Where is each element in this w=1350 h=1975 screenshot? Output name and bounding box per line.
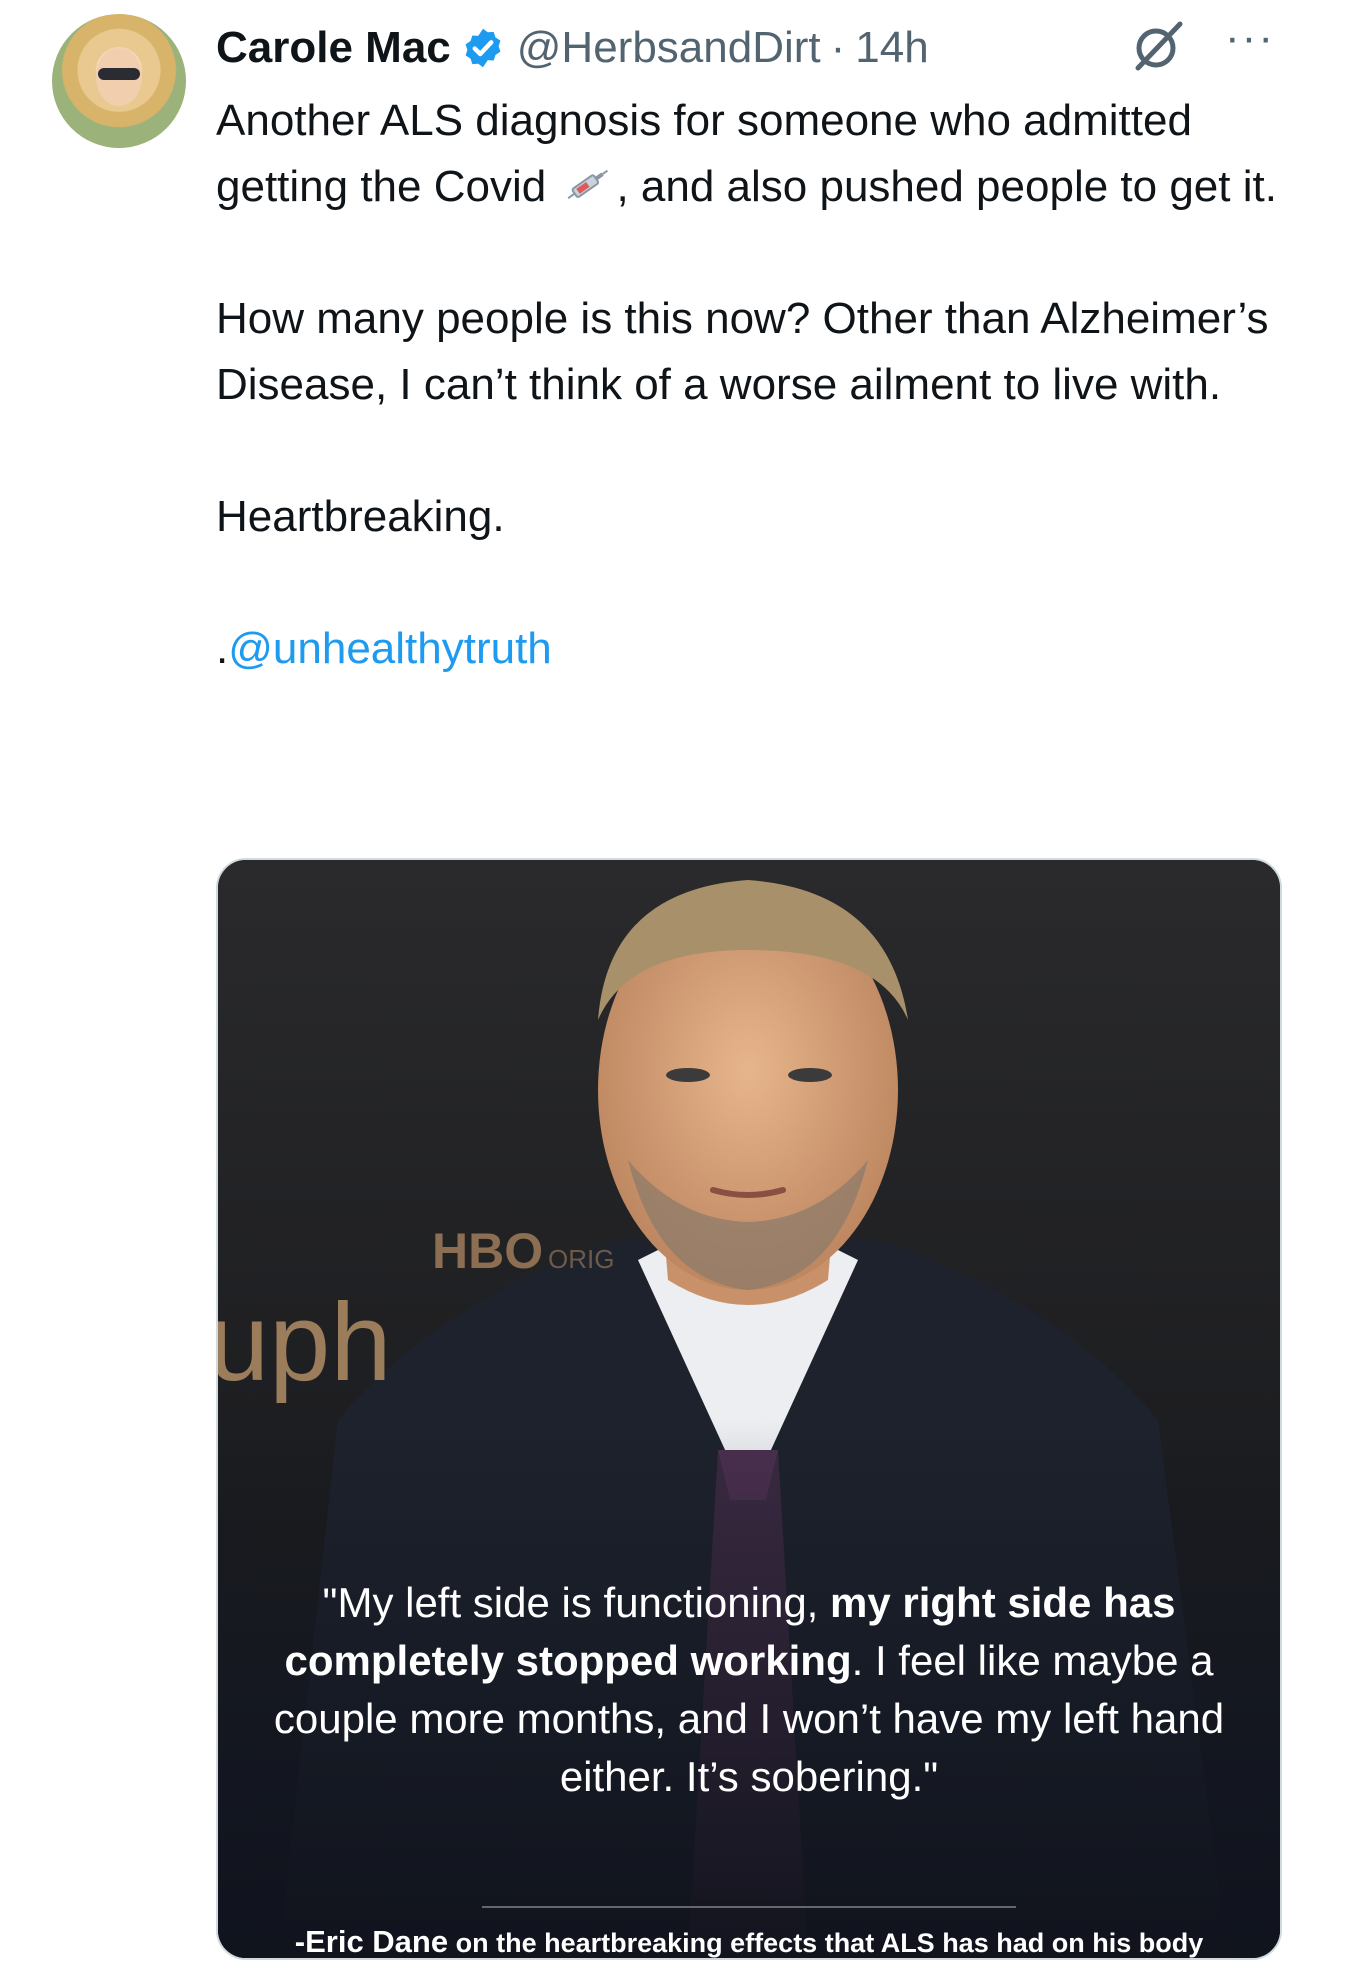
tweet-paragraph-3: Heartbreaking. <box>216 492 505 541</box>
author-handle[interactable]: @HerbsandDirt <box>517 23 821 73</box>
tweet-paragraph-1: Another ALS diagnosis for someone who ad… <box>216 88 1326 220</box>
avatar-sunglasses <box>98 68 140 80</box>
sign-orig: ORIG <box>548 1244 614 1274</box>
sign-hbo: HBO <box>432 1223 543 1279</box>
quote-divider <box>482 1906 1016 1908</box>
caption-rest: on the heartbreaking effects that ALS ha… <box>448 1928 1204 1958</box>
tweet-timestamp[interactable]: 14h <box>855 23 928 73</box>
more-options-icon[interactable]: ··· <box>1220 16 1280 70</box>
avatar[interactable] <box>52 14 186 148</box>
tweet-paragraph-2: How many people is this now? Other than … <box>216 294 1269 409</box>
syringe-emoji-icon <box>562 160 612 204</box>
tweet-text: Another ALS diagnosis for someone who ad… <box>216 88 1326 748</box>
grok-icon[interactable] <box>1128 16 1188 76</box>
tweet-media-image[interactable]: HBO ORIG uph "My left side is functionin… <box>216 858 1282 1960</box>
sign-uph: uph <box>218 1281 392 1404</box>
tweet-text-part-2: , and also pushed people to get it. <box>616 162 1277 211</box>
author-name[interactable]: Carole Mac <box>216 23 451 73</box>
quote-part-1: "My left side is functioning, <box>322 1579 831 1626</box>
mention-link[interactable]: @unhealthytruth <box>228 624 552 673</box>
verified-badge-icon[interactable] <box>461 26 505 70</box>
header-separator: · <box>830 23 846 72</box>
media-quote: "My left side is functioning, my right s… <box>258 1574 1240 1806</box>
media-caption: -Eric Dane on the heartbreaking effects … <box>238 1924 1260 1959</box>
tweet-paragraph-4: .@unhealthytruth <box>216 616 1326 682</box>
mention-prefix: . <box>216 624 229 673</box>
caption-name: -Eric Dane <box>294 1924 449 1959</box>
